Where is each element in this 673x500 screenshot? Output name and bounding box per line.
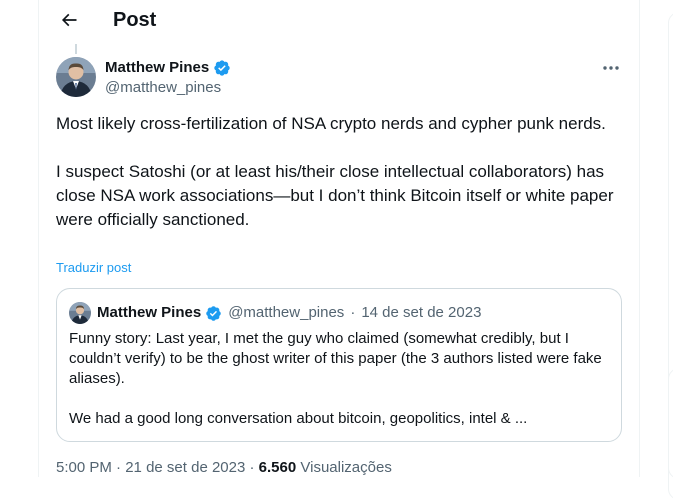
verified-badge-icon — [213, 59, 231, 77]
thread-connector-line — [75, 44, 77, 54]
sidebar-card-edge-2 — [668, 368, 673, 500]
more-options-button[interactable] — [597, 58, 625, 78]
post-metadata: 5:00 PM · 21 de set de 2023 · 6.560 Visu… — [56, 458, 392, 478]
author-name-text: Matthew Pines — [105, 59, 210, 76]
author-name[interactable]: Matthew Pines — [105, 58, 231, 78]
quote-author-avatar — [69, 302, 91, 324]
meta-separator-2: · — [249, 459, 255, 476]
post-time[interactable]: 5:00 PM — [56, 459, 112, 476]
quote-text: Funny story: Last year, I met the guy wh… — [69, 330, 602, 427]
more-dots-icon — [603, 66, 619, 70]
quote-author-name: Matthew Pines — [97, 304, 202, 321]
quote-author-handle: @matthew_pines — [228, 304, 345, 321]
quote-header: Matthew Pines @matthew_pines · 14 de set… — [97, 303, 481, 323]
quote-separator: · — [350, 304, 356, 321]
author-avatar[interactable] — [56, 57, 96, 97]
views-count: 6.560 — [258, 459, 297, 476]
arrow-left-icon — [61, 13, 77, 27]
page-title: Post — [113, 9, 157, 31]
quote-avatar-photo — [69, 302, 91, 324]
post-header: Post — [39, 0, 639, 40]
post-text: Most likely cross-fertilization of NSA c… — [56, 114, 614, 229]
author-handle[interactable]: @matthew_pines — [105, 78, 221, 98]
post-date[interactable]: 21 de set de 2023 — [125, 459, 245, 476]
meta-separator: · — [116, 459, 122, 476]
translate-post-link[interactable]: Traduzir post — [56, 260, 131, 276]
quote-date: 14 de set de 2023 — [361, 304, 482, 321]
quoted-post[interactable]: Matthew Pines @matthew_pines · 14 de set… — [56, 288, 622, 442]
avatar-photo — [56, 57, 96, 97]
views-label: Visualizações — [300, 459, 392, 476]
back-button[interactable] — [55, 6, 83, 34]
post-column: Post Matthew Pines @matthew_pines Most l… — [38, 0, 640, 477]
quote-verified-badge-icon — [205, 305, 222, 322]
